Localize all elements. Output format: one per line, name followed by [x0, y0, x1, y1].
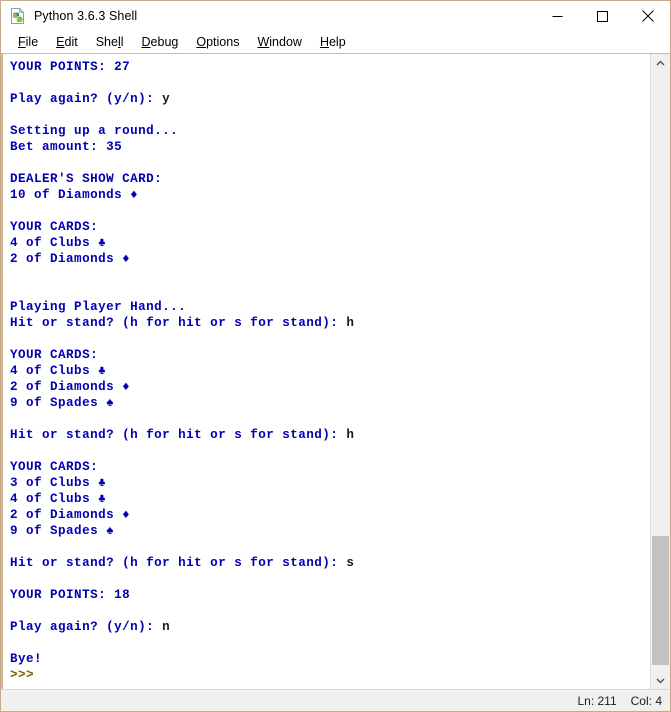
user-input-text: h: [346, 316, 355, 330]
shell-line: Play again? (y/n): y: [10, 91, 650, 107]
user-input-text: n: [162, 620, 171, 634]
user-input-text: h: [346, 428, 355, 442]
output-text: Play again? (y/n):: [10, 620, 163, 634]
shell-line: Hit or stand? (h for hit or s for stand)…: [10, 555, 650, 571]
shell-line: YOUR CARDS:: [10, 459, 650, 475]
scroll-up-button[interactable]: [651, 54, 670, 72]
shell-line: 2 of Diamonds ♦: [10, 251, 650, 267]
shell-blank-line: [10, 155, 650, 171]
shell-blank-line: [10, 203, 650, 219]
maximize-button[interactable]: [580, 1, 625, 31]
output-text: YOUR POINTS: 18: [10, 588, 131, 602]
shell-blank-line: [10, 331, 650, 347]
window-controls: [535, 1, 670, 31]
minimize-button[interactable]: [535, 1, 580, 31]
menu-item-window[interactable]: Window: [248, 32, 310, 52]
shell-line: YOUR CARDS:: [10, 347, 650, 363]
shell-blank-line: [10, 283, 650, 299]
close-button[interactable]: [625, 1, 670, 31]
menu-item-edit[interactable]: Edit: [47, 32, 87, 52]
menu-item-debug[interactable]: Debug: [133, 32, 188, 52]
shell-output-text[interactable]: YOUR POINTS: 27 Play again? (y/n): y Set…: [1, 54, 650, 689]
shell-line: 9 of Spades ♠: [10, 523, 650, 539]
output-text: YOUR CARDS:: [10, 460, 99, 474]
shell-line: Hit or stand? (h for hit or s for stand)…: [10, 427, 650, 443]
output-text: Hit or stand? (h for hit or s for stand)…: [10, 556, 347, 570]
output-text: 4 of Clubs ♣: [10, 492, 107, 506]
shell-line: >>>: [10, 667, 650, 683]
shell-line: Bet amount: 35: [10, 139, 650, 155]
shell-line: YOUR CARDS:: [10, 219, 650, 235]
shell-blank-line: [10, 107, 650, 123]
output-text: Playing Player Hand...: [10, 300, 187, 314]
vertical-scrollbar[interactable]: [650, 54, 670, 689]
menu-bar: File Edit Shell Debug Options Window Help: [1, 31, 670, 54]
output-text: YOUR CARDS:: [10, 348, 99, 362]
shell-line: 9 of Spades ♠: [10, 395, 650, 411]
menu-item-help[interactable]: Help: [311, 32, 355, 52]
shell-blank-line: [10, 443, 650, 459]
output-text: DEALER'S SHOW CARD:: [10, 172, 163, 186]
scrollbar-thumb[interactable]: [652, 536, 669, 665]
output-text: 4 of Clubs ♣: [10, 236, 107, 250]
shell-blank-line: [10, 571, 650, 587]
menu-item-shell[interactable]: Shell: [87, 32, 133, 52]
python-file-icon: [9, 7, 27, 25]
shell-blank-line: [10, 75, 650, 91]
shell-line: Hit or stand? (h for hit or s for stand)…: [10, 315, 650, 331]
shell-line: 4 of Clubs ♣: [10, 235, 650, 251]
output-text: 9 of Spades ♠: [10, 396, 115, 410]
menu-item-file[interactable]: File: [9, 32, 47, 52]
shell-line: YOUR POINTS: 18: [10, 587, 650, 603]
output-text: Bet amount: 35: [10, 140, 123, 154]
window-title: Python 3.6.3 Shell: [34, 9, 138, 23]
shell-line: 4 of Clubs ♣: [10, 491, 650, 507]
shell-blank-line: [10, 411, 650, 427]
scroll-down-button[interactable]: [651, 671, 670, 689]
output-text: 3 of Clubs ♣: [10, 476, 107, 490]
output-text: YOUR CARDS:: [10, 220, 99, 234]
status-bar: Ln: 211 Col: 4: [1, 689, 670, 711]
shell-line: Playing Player Hand...: [10, 299, 650, 315]
column-indicator: Col: 4: [630, 693, 662, 708]
shell-line: Bye!: [10, 651, 650, 667]
output-text: 2 of Diamonds ♦: [10, 380, 131, 394]
shell-body: YOUR POINTS: 27 Play again? (y/n): y Set…: [1, 54, 670, 689]
shell-line: 3 of Clubs ♣: [10, 475, 650, 491]
shell-line: YOUR POINTS: 27: [10, 59, 650, 75]
output-text: 2 of Diamonds ♦: [10, 508, 131, 522]
output-text: Setting up a round...: [10, 124, 179, 138]
shell-line: Play again? (y/n): n: [10, 619, 650, 635]
shell-blank-line: [10, 603, 650, 619]
output-text: 2 of Diamonds ♦: [10, 252, 131, 266]
output-text: Hit or stand? (h for hit or s for stand)…: [10, 316, 347, 330]
title-bar: Python 3.6.3 Shell: [1, 1, 670, 31]
output-text: 10 of Diamonds ♦: [10, 188, 139, 202]
shell-line: 2 of Diamonds ♦: [10, 379, 650, 395]
prompt-marker: >>>: [10, 668, 43, 682]
menu-item-options[interactable]: Options: [187, 32, 248, 52]
shell-blank-line: [10, 267, 650, 283]
shell-line: 10 of Diamonds ♦: [10, 187, 650, 203]
python-shell-window: Python 3.6.3 Shell File Edit Shell Debug Opt…: [0, 0, 671, 712]
shell-line: 4 of Clubs ♣: [10, 363, 650, 379]
line-indicator: Ln: 211: [577, 693, 617, 708]
output-text: Play again? (y/n):: [10, 92, 163, 106]
shell-line: Setting up a round...: [10, 123, 650, 139]
output-text: YOUR POINTS: 27: [10, 60, 131, 74]
shell-blank-line: [10, 635, 650, 651]
scrollbar-track[interactable]: [651, 72, 670, 671]
output-text: 4 of Clubs ♣: [10, 364, 107, 378]
user-input-text: y: [162, 92, 171, 106]
shell-line: 2 of Diamonds ♦: [10, 507, 650, 523]
output-text: Hit or stand? (h for hit or s for stand)…: [10, 428, 347, 442]
output-text: 9 of Spades ♠: [10, 524, 115, 538]
shell-blank-line: [10, 539, 650, 555]
user-input-text: s: [346, 556, 355, 570]
shell-line: DEALER'S SHOW CARD:: [10, 171, 650, 187]
output-text: Bye!: [10, 652, 43, 666]
